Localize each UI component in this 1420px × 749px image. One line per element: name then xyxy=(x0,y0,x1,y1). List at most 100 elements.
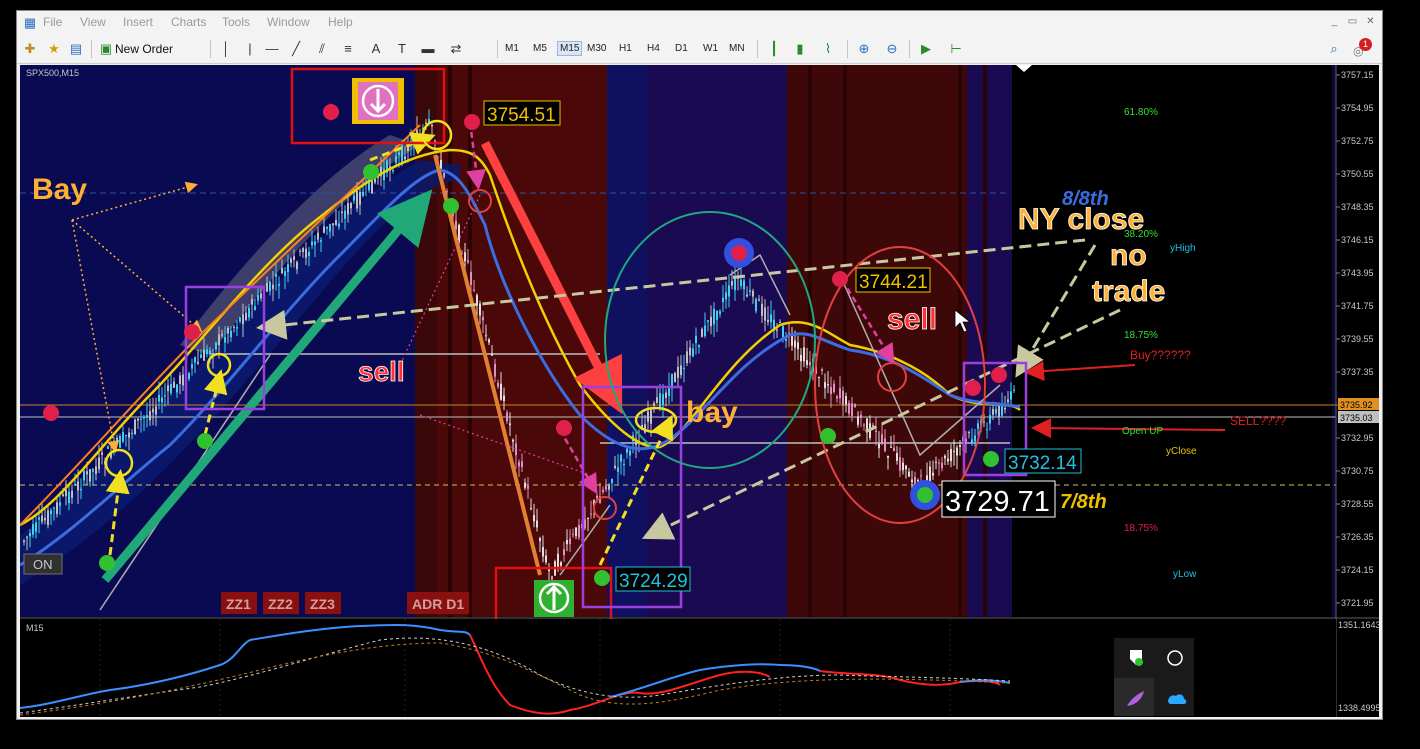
candle-body xyxy=(596,495,598,499)
candle-body xyxy=(557,553,559,568)
restore-icon[interactable]: ▭ xyxy=(1347,16,1358,27)
timeframe-mn[interactable]: MN xyxy=(727,42,747,55)
timeframe-d1[interactable]: D1 xyxy=(673,42,690,55)
candle-body xyxy=(239,317,241,322)
candle-body xyxy=(866,418,868,430)
candle-body xyxy=(194,357,196,363)
profiles-icon[interactable]: ★ xyxy=(45,40,63,58)
menu-view[interactable]: View xyxy=(80,15,106,29)
candle-body xyxy=(845,396,847,405)
candle-body xyxy=(86,471,88,475)
candle-body xyxy=(938,462,940,464)
candle-body xyxy=(167,385,169,392)
line-chart-icon[interactable]: ⌇ xyxy=(819,40,837,58)
candle-body xyxy=(602,489,604,493)
candle-chart-icon[interactable]: ▮ xyxy=(791,40,809,58)
candle-body xyxy=(758,299,760,301)
timeframe-m1[interactable]: M1 xyxy=(503,42,521,55)
fibonacci-icon[interactable]: ≡ xyxy=(339,40,357,58)
candle-body xyxy=(89,469,91,482)
app-window: ▦ File View Insert Charts Tools Window H… xyxy=(16,10,1383,720)
vertical-line-icon[interactable]: | xyxy=(241,40,259,58)
chart-shift-icon[interactable]: ⊢ xyxy=(947,40,965,58)
text-icon[interactable]: A xyxy=(367,40,385,58)
candle-body xyxy=(215,342,217,350)
close-icon[interactable]: ✕ xyxy=(1365,16,1376,27)
candle-body xyxy=(425,122,427,124)
cursor-icon[interactable]: │ xyxy=(217,40,235,58)
candle-body xyxy=(173,381,175,388)
timeframe-m5[interactable]: M5 xyxy=(531,42,549,55)
candle-body xyxy=(299,250,301,252)
candle-body xyxy=(689,347,691,356)
menu-insert[interactable]: Insert xyxy=(123,15,153,29)
candle-body xyxy=(578,525,580,538)
svg-text:ADR D1: ADR D1 xyxy=(412,596,464,612)
shapes-icon[interactable]: ▬ xyxy=(419,40,437,58)
candle-body xyxy=(800,354,802,362)
candle-body xyxy=(647,411,649,422)
menu-charts[interactable]: Charts xyxy=(171,15,206,29)
candle-body xyxy=(656,397,658,404)
candle-body xyxy=(920,475,922,477)
fib-level-61: 61.80% xyxy=(1124,107,1158,118)
candle-body xyxy=(482,316,484,321)
notification-badge[interactable]: ◎ 1 xyxy=(1353,38,1373,58)
candle-body xyxy=(254,306,256,310)
candle-body xyxy=(287,264,289,273)
zoom-in-icon[interactable]: ⊕ xyxy=(855,40,873,58)
horizontal-line-icon[interactable]: — xyxy=(263,40,281,58)
candle-body xyxy=(989,415,991,424)
channel-icon[interactable]: ⫽ xyxy=(313,40,331,58)
candle-body xyxy=(509,423,511,426)
candle-body xyxy=(29,533,31,537)
search-icon[interactable]: ⌕ xyxy=(1325,40,1343,58)
menu-file[interactable]: File xyxy=(43,15,62,29)
candle-body xyxy=(266,282,268,292)
annotation-bay-center: bay xyxy=(686,396,738,429)
candle-body xyxy=(98,457,100,470)
new-chart-icon[interactable]: ✚ xyxy=(21,40,39,58)
candle-body xyxy=(344,210,346,219)
timeframe-m30[interactable]: M30 xyxy=(585,42,608,55)
timeframe-w1[interactable]: W1 xyxy=(701,42,720,55)
price-label-3724: 3724.29 xyxy=(619,571,688,592)
symbol-label: SPX500,M15 xyxy=(26,68,79,78)
arrows-icon[interactable]: ⇄ xyxy=(447,40,465,58)
menu-window[interactable]: Window xyxy=(267,15,310,29)
minimize-icon[interactable]: _ xyxy=(1329,16,1340,27)
candle-body xyxy=(848,402,850,414)
candle-body xyxy=(125,434,127,437)
candle-body xyxy=(470,271,472,285)
candle-body xyxy=(695,335,697,344)
chart-window[interactable]: 3754.51 3744.21 3724.29 3732.14 3729.71 … xyxy=(20,65,1379,717)
navigator-icon[interactable]: ▤ xyxy=(67,40,85,58)
candle-body xyxy=(536,520,538,528)
candle-body xyxy=(362,191,364,197)
autoscroll-icon[interactable]: ▶ xyxy=(917,40,935,58)
timeframe-h1[interactable]: H1 xyxy=(617,42,634,55)
zoom-out-icon[interactable]: ⊖ xyxy=(883,40,901,58)
svg-text:ZZ3: ZZ3 xyxy=(310,596,335,612)
candle-body xyxy=(491,353,493,356)
trendline-icon[interactable]: ╱ xyxy=(287,40,305,58)
candle-body xyxy=(74,483,76,485)
candle-body xyxy=(590,513,592,515)
text-label-icon[interactable]: T xyxy=(393,40,411,58)
price-axis-label: 3741.75 xyxy=(1341,301,1374,311)
candle-body xyxy=(323,226,325,233)
candle-body xyxy=(176,384,178,393)
price-axis-label: 3739.55 xyxy=(1341,334,1374,344)
menu-tools[interactable]: Tools xyxy=(222,15,250,29)
candle-body xyxy=(314,241,316,245)
candle-body xyxy=(908,471,910,477)
new-order-icon[interactable]: ▣ xyxy=(97,40,115,58)
candle-body xyxy=(932,472,934,476)
timeframe-h4[interactable]: H4 xyxy=(645,42,662,55)
new-order-button[interactable]: New Order xyxy=(115,42,173,56)
candle-body xyxy=(296,261,298,270)
timeframe-m15[interactable]: M15 xyxy=(557,41,583,56)
candle-body xyxy=(563,549,565,556)
bar-chart-icon[interactable]: ┃ xyxy=(765,40,783,58)
menu-help[interactable]: Help xyxy=(328,15,353,29)
